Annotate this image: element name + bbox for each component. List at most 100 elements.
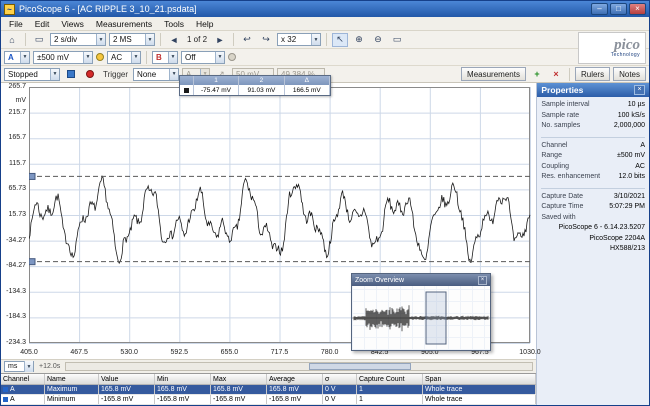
delete-measurement-icon[interactable]: × xyxy=(548,67,564,81)
chevron-down-icon: ▼ xyxy=(50,69,59,80)
property-label: Capture Time xyxy=(541,203,583,210)
scrollbar-thumb[interactable] xyxy=(309,363,412,370)
table-header-capture-count: Capture Count xyxy=(357,374,423,384)
property-label: Sample interval xyxy=(541,101,589,108)
property-label: Coupling xyxy=(541,163,569,170)
channel-a-ruler-swatch xyxy=(184,88,189,93)
title-bar: ~ PicoScope 6 - [AC RIPPLE 3_10_21.psdat… xyxy=(1,1,649,17)
y-axis-tick-label: 265.7 xyxy=(1,83,26,90)
zoom-in-icon[interactable]: ⊕ xyxy=(351,33,367,47)
zoom-overview-window[interactable]: Zoom Overview × xyxy=(351,273,491,351)
menu-edit[interactable]: Edit xyxy=(29,19,56,29)
table-cell: 0 V xyxy=(323,395,357,404)
trigger-mode-value: None xyxy=(137,70,156,79)
x-unit-value: ms xyxy=(8,363,17,370)
record-button[interactable] xyxy=(82,67,98,81)
buffer-size-select[interactable]: 2 MS ▼ xyxy=(109,33,155,46)
property-row: Range±500 mV xyxy=(541,152,645,163)
x-axis-tick-label: 717.5 xyxy=(263,349,297,356)
redo-zoom-icon[interactable]: ↪ xyxy=(258,33,274,47)
app-icon: ~ xyxy=(4,4,15,15)
trigger-mode-select[interactable]: None ▼ xyxy=(133,68,179,81)
add-measurement-icon[interactable]: + xyxy=(529,67,545,81)
toolbar-separator xyxy=(233,33,234,46)
prev-buffer-icon[interactable]: ◄ xyxy=(166,33,182,47)
properties-separator xyxy=(541,137,645,138)
ruler-values-tooltip: 1 2 Δ -75.47 mV 91.03 mV 166.5 mV xyxy=(179,75,331,96)
undo-zoom-icon[interactable]: ↩ xyxy=(239,33,255,47)
measurements-button[interactable]: Measurements xyxy=(461,67,526,81)
time-offset-label: +12.0s xyxy=(39,363,60,370)
y-axis-tick-label: 215.7 xyxy=(1,109,26,116)
measurement-row[interactable]: AMinimum-165.8 mV-165.8 mV-165.8 mV-165.… xyxy=(1,395,536,405)
screen-mode-icon[interactable]: ▭ xyxy=(31,33,47,47)
y-axis-tick-label: -84.27 xyxy=(1,262,26,269)
home-button[interactable]: ⌂ xyxy=(4,33,20,47)
property-row: CouplingAC xyxy=(541,163,645,174)
menu-views[interactable]: Views xyxy=(55,19,90,29)
zoom-overview-titlebar[interactable]: Zoom Overview × xyxy=(352,274,490,286)
chevron-down-icon: ▼ xyxy=(311,34,320,45)
signal-ruler-handle-1[interactable] xyxy=(29,173,35,179)
minimize-icon[interactable]: – xyxy=(591,3,608,15)
property-row: Saved with xyxy=(541,214,645,225)
zoom-out-icon[interactable]: ⊖ xyxy=(370,33,386,47)
chevron-down-icon: ▼ xyxy=(168,52,177,63)
measurements-table: ChannelNameValueMinMaxAverageσCapture Co… xyxy=(1,373,536,405)
channel-a-button[interactable]: A ▼ xyxy=(4,51,30,64)
channel-b-range-select[interactable]: Off ▼ xyxy=(181,51,225,64)
overview-view-rectangle[interactable] xyxy=(426,292,446,344)
measurement-row[interactable]: AMaximum165.8 mV165.8 mV165.8 mV165.8 mV… xyxy=(1,385,536,395)
property-label: Channel xyxy=(541,142,567,149)
ruler-value-delta: 166.5 mV xyxy=(285,85,330,95)
toolbar-channels: A ▼ ±500 mV ▼ AC ▼ B ▼ Off ▼ xyxy=(1,49,649,66)
maximize-icon[interactable]: □ xyxy=(610,3,627,15)
channel-cell-label: A xyxy=(10,386,15,393)
menu-tools[interactable]: Tools xyxy=(158,19,190,29)
menu-help[interactable]: Help xyxy=(190,19,219,29)
property-label: No. samples xyxy=(541,122,580,129)
signal-ruler-handle-2[interactable] xyxy=(29,259,35,265)
x-unit-select[interactable]: ms ▼ xyxy=(4,361,34,372)
zoom-factor-select[interactable]: x 32 ▼ xyxy=(277,33,321,46)
table-cell: 165.8 mV xyxy=(155,385,211,394)
properties-close-icon[interactable]: × xyxy=(634,85,645,95)
property-label: Capture Date xyxy=(541,193,583,200)
probe-b-icon[interactable] xyxy=(228,53,236,61)
marquee-zoom-icon[interactable]: ▭ xyxy=(389,33,405,47)
table-cell: -165.8 mV xyxy=(267,395,323,404)
rulers-button[interactable]: Rulers xyxy=(575,67,610,81)
x-axis-tick-label: 467.5 xyxy=(62,349,96,356)
toolbar-separator xyxy=(569,68,570,81)
close-icon[interactable]: × xyxy=(629,3,646,15)
probe-a-icon[interactable] xyxy=(96,53,104,61)
property-value: HX588/213 xyxy=(544,245,645,252)
run-mode-select[interactable]: Stopped ▼ xyxy=(4,68,60,81)
window-title: PicoScope 6 - [AC RIPPLE 3_10_21.psdata] xyxy=(19,4,587,14)
menu-measurements[interactable]: Measurements xyxy=(90,19,158,29)
toolbar-main: ⌂ ▭ 2 s/div ▼ 2 MS ▼ ◄ 1 of 2 ► ↩ ↪ x 32… xyxy=(1,31,649,49)
pointer-tool-icon[interactable]: ↖ xyxy=(332,33,348,47)
property-row: HX588/213 xyxy=(541,245,645,256)
stop-button[interactable] xyxy=(63,67,79,81)
chevron-down-icon: ▼ xyxy=(145,34,154,45)
channel-a-swatch xyxy=(3,397,8,402)
channel-b-button[interactable]: B ▼ xyxy=(152,51,178,64)
timebase-select[interactable]: 2 s/div ▼ xyxy=(50,33,106,46)
property-label: Range xyxy=(541,152,562,159)
horizontal-scrollbar[interactable] xyxy=(65,362,533,371)
menu-file[interactable]: File xyxy=(3,19,29,29)
y-axis-tick-label: -134.3 xyxy=(1,288,26,295)
table-header-min: Min xyxy=(155,374,211,384)
buffer-page-label: 1 of 2 xyxy=(185,35,209,44)
channel-a-coupling-select[interactable]: AC ▼ xyxy=(107,51,141,64)
properties-title: Properties xyxy=(541,85,583,95)
ruler-header-2: 2 xyxy=(239,76,284,85)
buffer-size-value: 2 MS xyxy=(113,35,132,44)
channel-b-label: B xyxy=(156,53,162,62)
channel-a-range-select[interactable]: ±500 mV ▼ xyxy=(33,51,93,64)
channel-a-label: A xyxy=(8,53,14,62)
next-buffer-icon[interactable]: ► xyxy=(212,33,228,47)
zoom-overview-close-icon[interactable]: × xyxy=(478,276,487,285)
notes-button[interactable]: Notes xyxy=(613,67,646,81)
